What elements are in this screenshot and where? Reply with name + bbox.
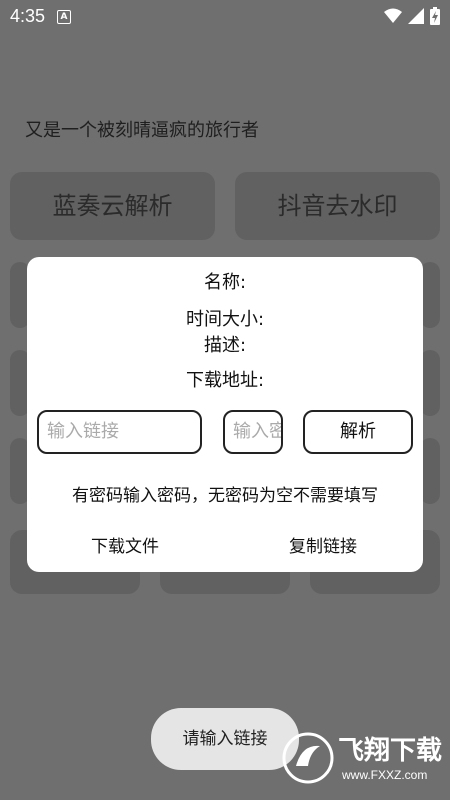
watermark-brand: 飞翔下载 <box>338 736 443 766</box>
parse-button[interactable]: 解析 <box>303 410 413 454</box>
download-address-label: 下载地址: <box>185 370 265 391</box>
copy-link-button[interactable]: 复制链接 <box>289 532 357 557</box>
wifi-icon <box>384 8 402 23</box>
douyin-watermark-button[interactable]: 抖音去水印 <box>235 172 440 240</box>
time-size-label: 时间大小: <box>185 309 265 330</box>
watermark-url: www.FXXZ.com <box>342 768 428 782</box>
douyin-watermark-label: 抖音去水印 <box>277 192 398 220</box>
password-input[interactable]: 输入密码 <box>223 410 283 454</box>
battery-icon <box>430 7 440 25</box>
bg-tile[interactable] <box>420 262 440 328</box>
lanzou-parse-label: 蓝奏云解析 <box>52 192 173 220</box>
signal-icon <box>408 8 424 24</box>
toast-message: 请输入链接 <box>151 708 299 770</box>
status-icons <box>384 7 440 25</box>
download-file-button[interactable]: 下载文件 <box>91 532 159 557</box>
watermark-logo-icon <box>282 732 334 784</box>
password-hint: 有密码输入密码，无密码为空不需要填写 <box>72 486 378 506</box>
lanzou-parse-button[interactable]: 蓝奏云解析 <box>10 172 215 240</box>
name-label: 名称: <box>203 272 247 293</box>
link-parse-dialog: 名称: 时间大小: 描述: 下载地址: 输入链接 输入密码 解析 有密码输入密码… <box>27 257 423 572</box>
link-input[interactable]: 输入链接 <box>37 410 202 454</box>
bg-tile[interactable] <box>420 438 440 504</box>
status-time: 4:35 <box>10 6 46 26</box>
status-bar: 4:35 A <box>0 0 450 32</box>
status-a-icon: A <box>57 10 71 24</box>
page-subtitle: 又是一个被刻晴逼疯的旅行者 <box>25 120 259 141</box>
watermark: 飞翔下载 www.FXXZ.com <box>282 724 442 794</box>
description-label: 描述: <box>203 335 247 356</box>
bg-tile[interactable] <box>420 350 440 416</box>
